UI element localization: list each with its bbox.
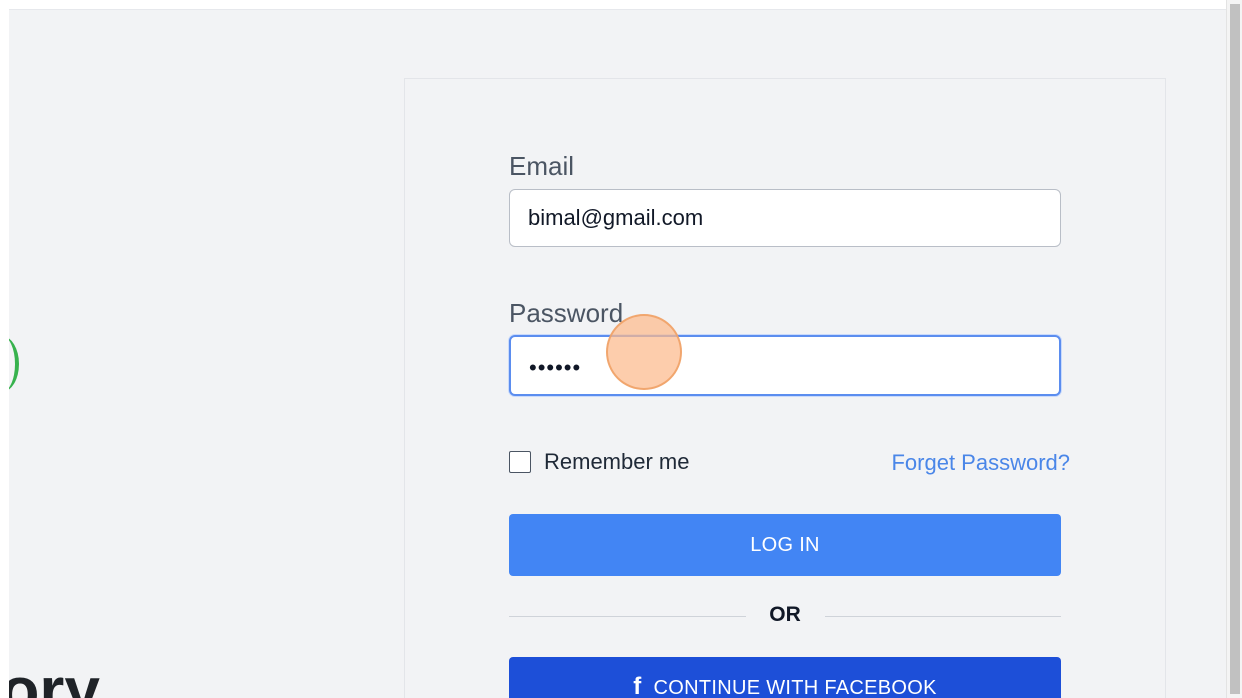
remember-me[interactable]: Remember me xyxy=(509,449,689,475)
divider-text: OR xyxy=(769,603,801,626)
vertical-scrollbar[interactable] xyxy=(1226,0,1242,698)
browser-viewport: tory Email bimal@gmail.com Password ••••… xyxy=(0,0,1242,698)
facebook-button-label: CONTINUE WITH FACEBOOK xyxy=(653,676,937,698)
login-card: Email bimal@gmail.com Password •••••• Re… xyxy=(404,78,1166,698)
email-label: Email xyxy=(509,151,575,181)
facebook-login-button[interactable]: f CONTINUE WITH FACEBOOK xyxy=(509,657,1061,698)
password-label: Password xyxy=(509,298,624,328)
or-divider: OR xyxy=(509,601,1061,631)
hero-accent-shape xyxy=(9,336,19,392)
scrollbar-thumb[interactable] xyxy=(1230,4,1240,694)
remember-me-label: Remember me xyxy=(544,449,690,474)
facebook-icon: f xyxy=(633,673,642,698)
password-field[interactable]: •••••• xyxy=(509,335,1061,396)
divider-line-right xyxy=(825,616,1061,617)
top-edge xyxy=(0,0,1226,10)
password-masked-value: •••••• xyxy=(529,354,582,380)
login-page: tory Email bimal@gmail.com Password ••••… xyxy=(9,10,1226,698)
email-field[interactable]: bimal@gmail.com xyxy=(509,189,1061,247)
forgot-password-link[interactable]: Forget Password? xyxy=(891,450,1070,476)
login-button[interactable]: LOG IN xyxy=(509,514,1061,576)
left-edge xyxy=(0,9,9,698)
email-value: bimal@gmail.com xyxy=(528,205,704,230)
hero-heading: tory xyxy=(9,654,100,698)
login-button-label: LOG IN xyxy=(750,533,820,556)
remember-me-checkbox[interactable] xyxy=(509,451,531,473)
